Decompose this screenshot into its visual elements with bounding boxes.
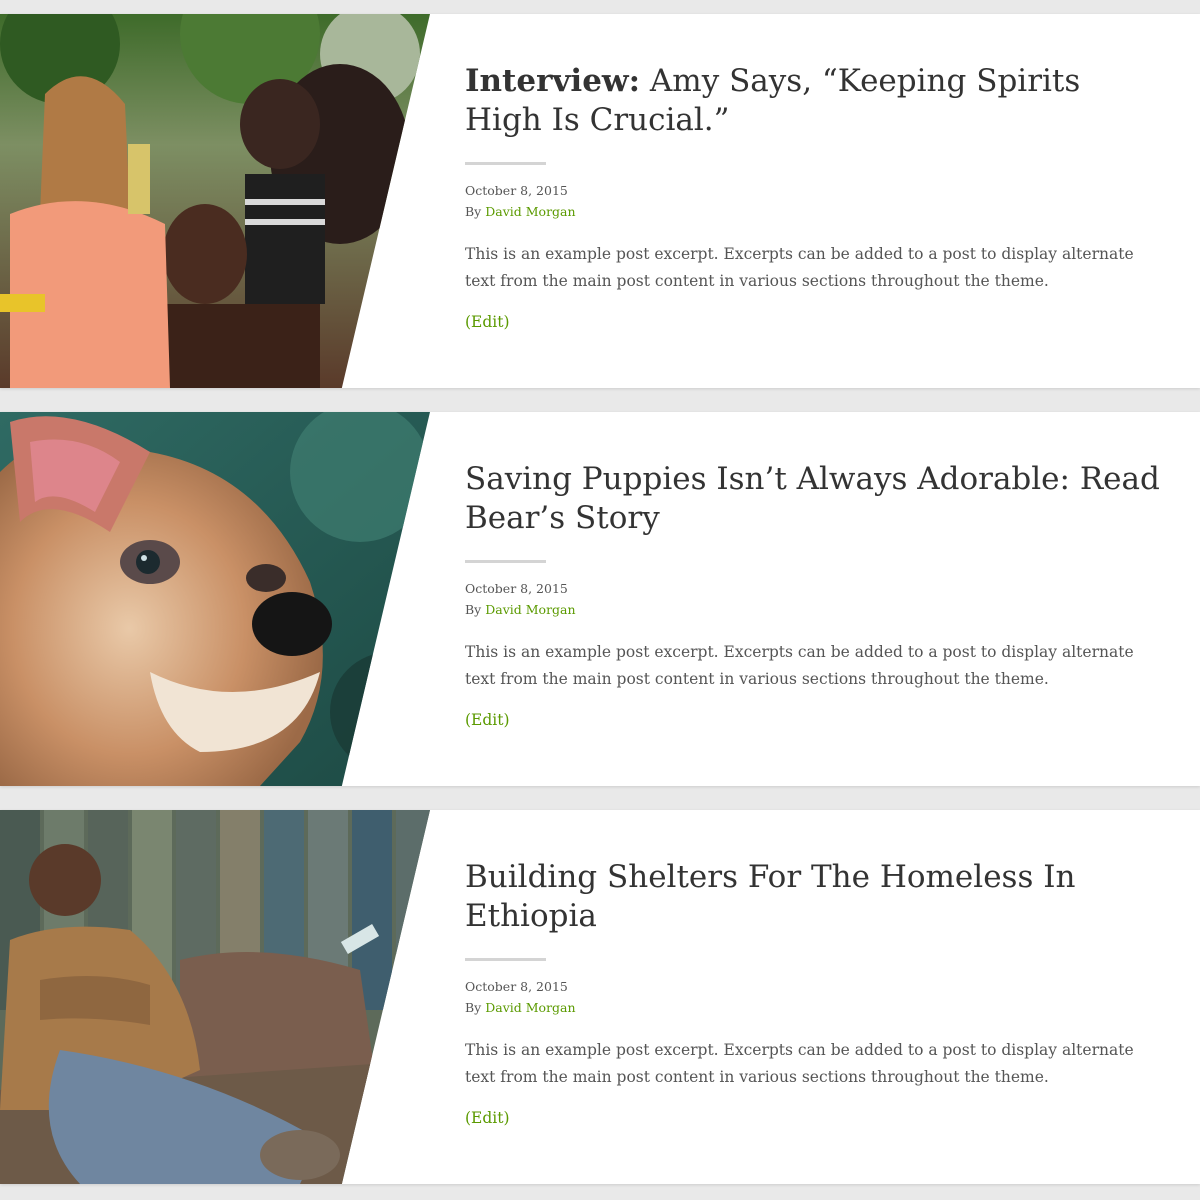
woman-with-children-photo — [0, 14, 430, 388]
byline-label: By — [465, 204, 482, 219]
post-card: Saving Puppies Isn’t Always Adorable: Re… — [0, 412, 1200, 786]
post-title[interactable]: Interview: Amy Says, “Keeping Spirits Hi… — [465, 14, 1165, 140]
post-thumbnail[interactable] — [0, 810, 430, 1184]
post-thumbnail[interactable] — [0, 412, 430, 786]
post-date: October 8, 2015 — [465, 581, 568, 596]
author-link[interactable]: David Morgan — [485, 1000, 575, 1015]
post-title[interactable]: Building Shelters For The Homeless In Et… — [465, 810, 1165, 936]
post-content: Saving Puppies Isn’t Always Adorable: Re… — [465, 412, 1165, 729]
post-content: Building Shelters For The Homeless In Et… — [465, 810, 1165, 1127]
post-excerpt: This is an example post excerpt. Excerpt… — [465, 643, 1134, 688]
edit-link[interactable]: (Edit) — [465, 1109, 510, 1127]
title-divider — [465, 162, 546, 165]
post-excerpt: This is an example post excerpt. Excerpt… — [465, 245, 1134, 290]
post-meta: October 8, 2015 By David Morgan — [465, 578, 1165, 620]
byline-label: By — [465, 602, 482, 617]
post-card: Building Shelters For The Homeless In Et… — [0, 810, 1200, 1184]
edit-link[interactable]: (Edit) — [465, 313, 510, 331]
post-content: Interview: Amy Says, “Keeping Spirits Hi… — [465, 14, 1165, 331]
post-meta: October 8, 2015 By David Morgan — [465, 180, 1165, 222]
post-byline: By David Morgan — [465, 599, 1165, 620]
post-card: Interview: Amy Says, “Keeping Spirits Hi… — [0, 14, 1200, 388]
man-resting-by-fence-photo — [0, 810, 430, 1184]
post-date: October 8, 2015 — [465, 979, 568, 994]
puppy-photo — [0, 412, 430, 786]
byline-label: By — [465, 1000, 482, 1015]
author-link[interactable]: David Morgan — [485, 602, 575, 617]
post-thumbnail[interactable] — [0, 14, 430, 388]
title-divider — [465, 958, 546, 961]
title-prefix: Interview: — [465, 63, 641, 99]
edit-link[interactable]: (Edit) — [465, 711, 510, 729]
post-excerpt: This is an example post excerpt. Excerpt… — [465, 1041, 1134, 1086]
post-meta: October 8, 2015 By David Morgan — [465, 976, 1165, 1018]
title-divider — [465, 560, 546, 563]
post-byline: By David Morgan — [465, 201, 1165, 222]
post-date: October 8, 2015 — [465, 183, 568, 198]
author-link[interactable]: David Morgan — [485, 204, 575, 219]
post-byline: By David Morgan — [465, 997, 1165, 1018]
post-title[interactable]: Saving Puppies Isn’t Always Adorable: Re… — [465, 412, 1165, 538]
